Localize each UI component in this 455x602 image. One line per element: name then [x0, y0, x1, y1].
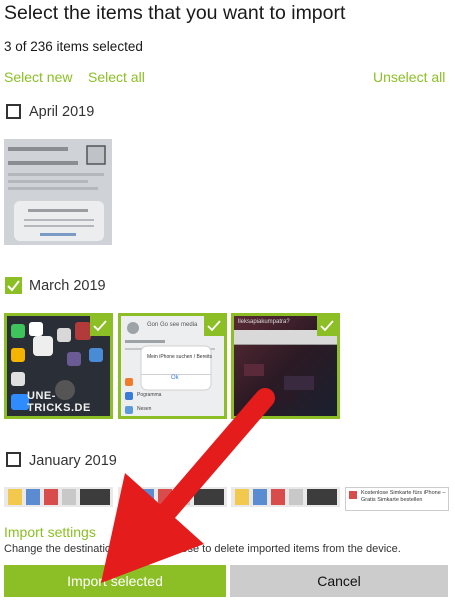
import-selected-button[interactable]: Import selected: [4, 565, 226, 597]
popup-ok: Ok: [171, 375, 179, 381]
thumbnail-january-4[interactable]: Kostenlose Simkarte fürs iPhone – Gratis…: [345, 487, 449, 511]
unselect-all-link[interactable]: Unselect all: [373, 69, 445, 85]
group-checkbox-april-2019[interactable]: [6, 104, 21, 119]
red-arrow-annotation-icon: [101, 388, 275, 583]
thumbnail-january-1[interactable]: [4, 487, 113, 507]
group-label-april-2019: April 2019: [29, 104, 95, 120]
thumbnail-march-2[interactable]: Gon Go see media Mein iPhone suchen / Be…: [118, 313, 227, 419]
selected-check-badge: [90, 316, 110, 336]
selected-check-badge: [317, 316, 337, 336]
watermark-text: UNE-TRICKS.DE: [27, 390, 91, 414]
thumb-header-text: Gon Go see media: [147, 322, 198, 328]
screenshot-preview-icon: [4, 139, 112, 245]
thumb-row-text: Nesen: [137, 406, 152, 412]
group-checkbox-march-2019[interactable]: [5, 277, 22, 294]
selection-count: 3 of 236 items selected: [4, 39, 143, 54]
thumb-header-text: lleksapiakumpatra?: [238, 319, 290, 325]
thumb-logo-icon: [349, 491, 357, 499]
thumbnail-january-2[interactable]: [118, 487, 227, 507]
group-label-january-2019: January 2019: [29, 453, 117, 469]
select-new-link[interactable]: Select new: [4, 69, 72, 85]
thumbnail-march-1[interactable]: UNE-TRICKS.DE: [4, 313, 113, 419]
page-title: Select the items that you want to import: [4, 2, 346, 24]
thumbnail-january-3[interactable]: [231, 487, 340, 507]
thumbnail-march-3[interactable]: lleksapiakumpatra?: [231, 313, 340, 419]
import-settings-link[interactable]: Import settings: [4, 524, 96, 540]
selected-check-badge: [204, 316, 224, 336]
thumb-caption: Kostenlose Simkarte fürs iPhone – Gratis…: [361, 490, 446, 503]
screenshot-preview-icon: [231, 487, 340, 507]
import-settings-description: Change the destination folder or choose …: [4, 543, 401, 555]
thumb-row-text: Pogramma: [137, 392, 162, 398]
cancel-button[interactable]: Cancel: [230, 565, 448, 597]
group-checkbox-january-2019[interactable]: [6, 452, 21, 467]
check-icon: [93, 320, 107, 332]
thumbnail-april-1[interactable]: [4, 139, 112, 245]
screenshot-preview-icon: [118, 487, 227, 507]
group-label-march-2019: March 2019: [29, 278, 106, 294]
select-all-link[interactable]: Select all: [88, 69, 145, 85]
popup-text: Mein iPhone suchen / Bereits: [147, 354, 213, 360]
check-icon: [7, 280, 20, 292]
screenshot-preview-icon: [4, 487, 113, 507]
check-icon: [320, 320, 334, 332]
check-icon: [207, 320, 221, 332]
